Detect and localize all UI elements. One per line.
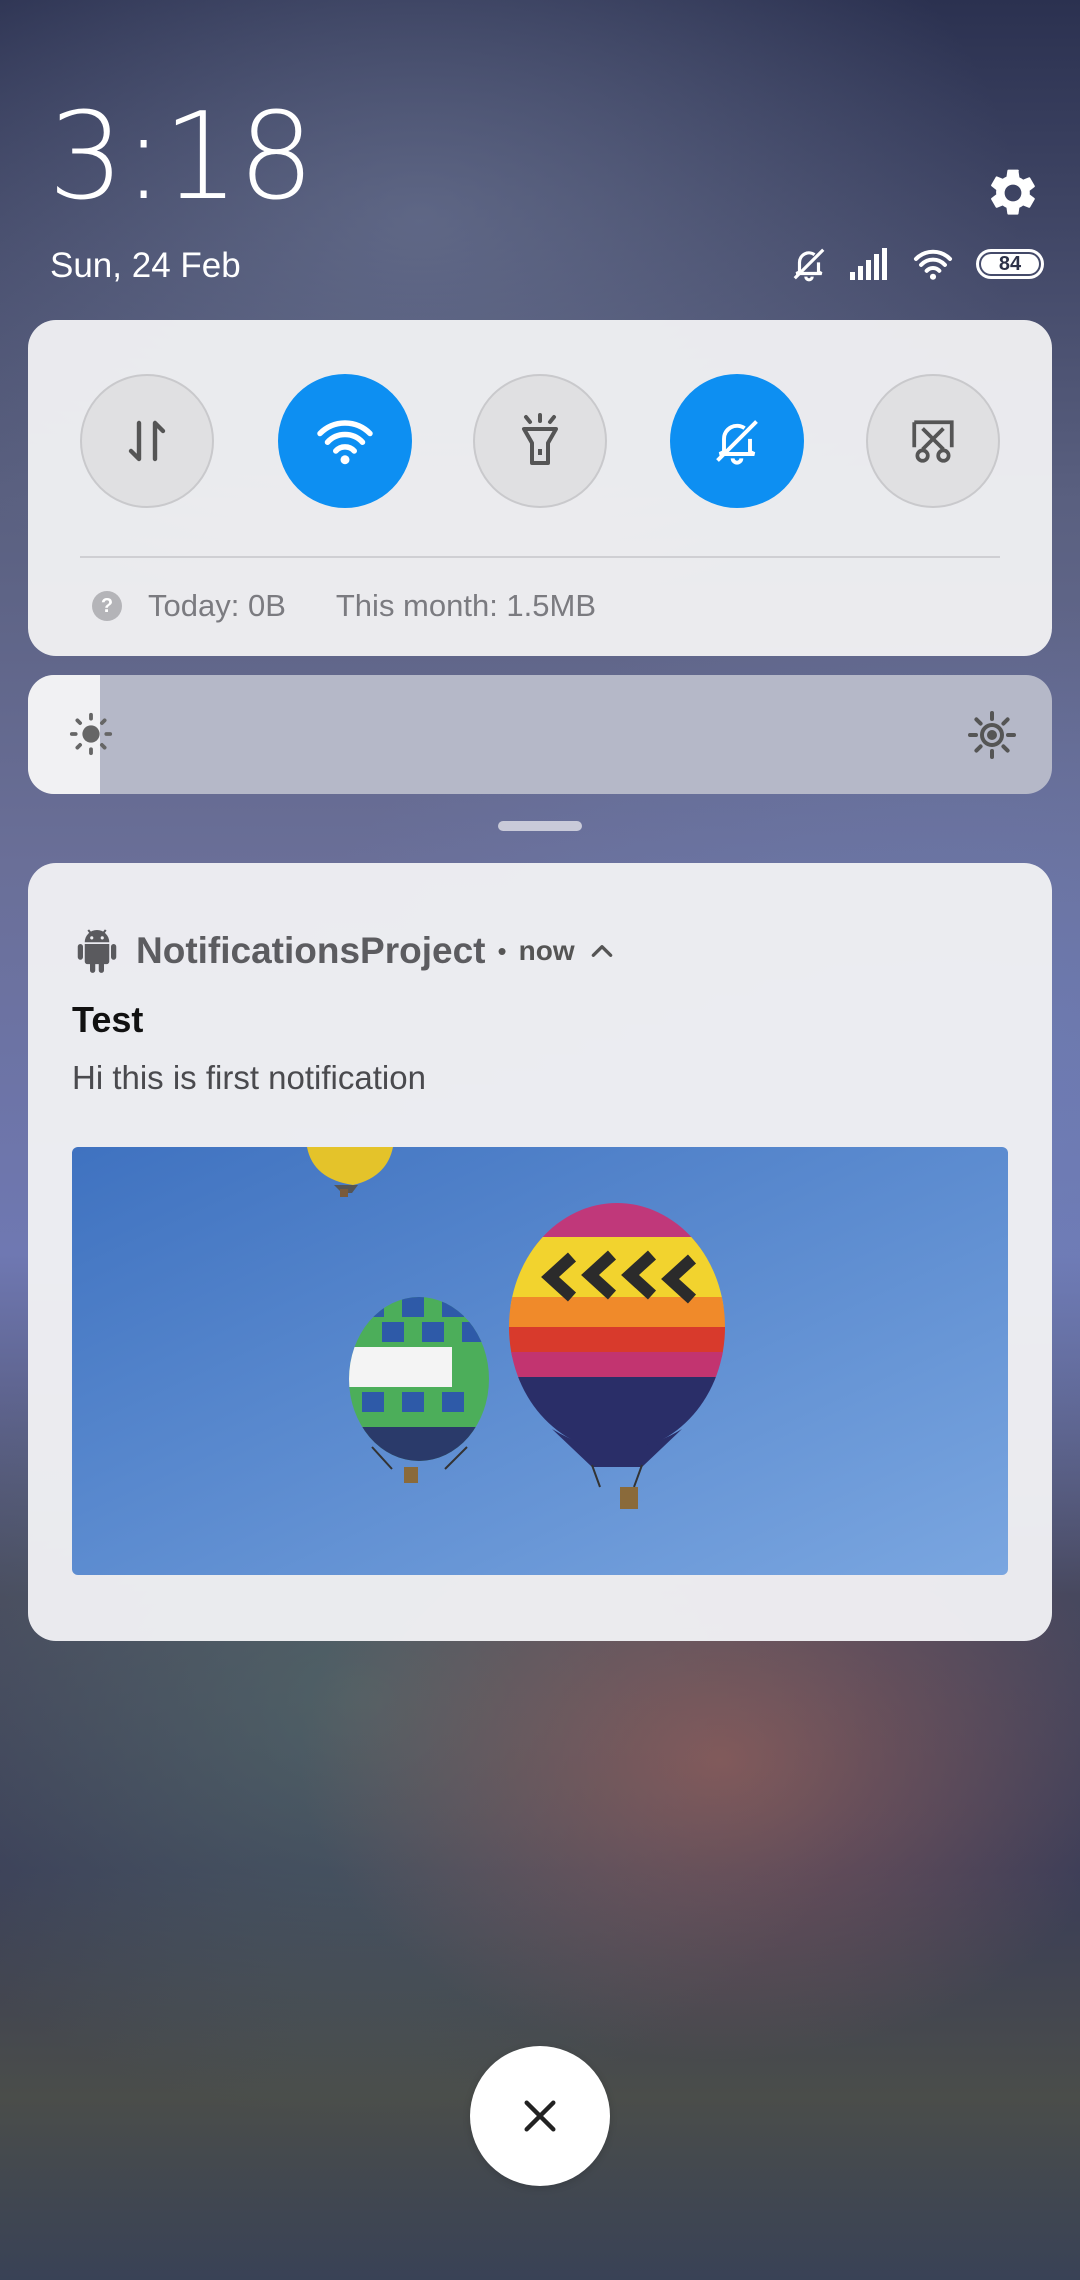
android-icon	[77, 929, 117, 973]
toggle-silent[interactable]	[670, 374, 804, 508]
close-button[interactable]	[470, 2046, 610, 2186]
close-icon	[524, 2100, 556, 2132]
hot-air-balloons-image	[72, 1147, 1008, 1575]
data-transfer-icon	[128, 420, 166, 462]
separator: •	[497, 935, 507, 966]
app-name: NotificationsProject	[136, 930, 486, 971]
toggle-wifi[interactable]	[278, 374, 412, 508]
brightness-high-icon	[968, 711, 1016, 759]
brightness-low-icon	[69, 712, 113, 756]
toggle-flashlight[interactable]	[473, 374, 607, 508]
bell-off-icon	[716, 420, 758, 465]
toggle-screenshot[interactable]	[866, 374, 1000, 508]
battery-icon: 84	[976, 249, 1044, 279]
flashlight-icon	[522, 413, 558, 465]
toggle-mobile-data[interactable]	[80, 374, 214, 508]
divider	[80, 556, 1000, 558]
battery-level: 84	[981, 253, 1039, 275]
mute-icon	[793, 248, 825, 282]
help-icon: ?	[92, 591, 122, 621]
wifi-icon	[913, 249, 953, 280]
quick-settings-panel: ? Today: 0B This month: 1.5MB	[28, 320, 1052, 656]
date: Sun, 24 Feb	[50, 246, 241, 285]
notification-header: NotificationsProject • now	[76, 925, 615, 977]
status-icons: 84	[790, 244, 1044, 284]
data-usage[interactable]: ? Today: 0B This month: 1.5MB	[92, 588, 596, 624]
notification-title: Test	[72, 999, 144, 1040]
wifi-icon	[317, 420, 373, 465]
data-month: This month: 1.5MB	[335, 588, 597, 623]
clock: 3:18	[48, 88, 314, 227]
notification-body: Hi this is first notification	[72, 1059, 426, 1096]
scissors-icon	[912, 420, 954, 463]
signal-icon	[850, 248, 887, 280]
notification-card[interactable]: NotificationsProject • now Test Hi this …	[28, 863, 1052, 1641]
gear-icon[interactable]	[985, 165, 1041, 221]
chevron-up-icon[interactable]	[589, 941, 615, 961]
drag-handle[interactable]	[498, 821, 582, 831]
data-today: Today: 0B	[148, 588, 286, 623]
notification-time: now	[518, 935, 575, 966]
brightness-slider[interactable]	[28, 675, 1052, 794]
